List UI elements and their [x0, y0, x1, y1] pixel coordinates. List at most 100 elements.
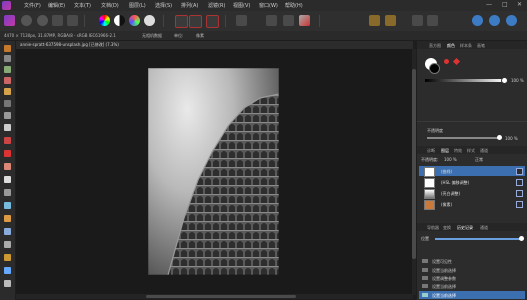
- tab-layers[interactable]: 图层: [441, 148, 449, 154]
- text-tool-icon[interactable]: [4, 267, 11, 274]
- menu-select[interactable]: 选择(S): [155, 2, 172, 9]
- freehand-select-icon[interactable]: [4, 112, 11, 119]
- blemish-remover-icon[interactable]: [4, 202, 11, 209]
- user-account-icon[interactable]: [472, 15, 483, 26]
- blend-mode-select[interactable]: 正常: [475, 157, 483, 163]
- contrast-icon[interactable]: [114, 15, 125, 26]
- noise-slider-handle[interactable]: [497, 135, 502, 140]
- clone-tool-icon[interactable]: [4, 189, 11, 196]
- menu-file[interactable]: 文件(F): [24, 2, 41, 9]
- menu-layer[interactable]: 图层(L): [129, 2, 146, 9]
- background-color-swatch[interactable]: [429, 63, 440, 74]
- history-item[interactable]: 设置调整参数: [419, 274, 525, 282]
- tab-swatches[interactable]: 样本条: [460, 43, 472, 49]
- no-color-icon[interactable]: [452, 57, 461, 66]
- vertical-scroll-thumb[interactable]: [412, 69, 416, 259]
- vertical-scrollbar[interactable]: [412, 49, 416, 295]
- menu-edit[interactable]: 编辑(E): [48, 2, 65, 9]
- tab-channels[interactable]: 通道: [480, 148, 488, 154]
- tab-channels-history[interactable]: 通道: [480, 225, 488, 231]
- photo-persona-icon[interactable]: [4, 15, 15, 26]
- history-item[interactable]: 设置可见性: [419, 257, 525, 265]
- layer-row[interactable]: (像素): [419, 199, 525, 210]
- tone-mapping-persona-icon[interactable]: [52, 15, 63, 26]
- layer-row[interactable]: (HSL 偏移调整): [419, 177, 525, 188]
- marquee-tool-icon[interactable]: [4, 100, 11, 107]
- zoom-tool-icon[interactable]: [4, 280, 11, 287]
- menu-filters[interactable]: 滤镜(R): [208, 2, 225, 9]
- color-slider[interactable]: [425, 79, 505, 82]
- menu-text[interactable]: 文本(T): [74, 2, 91, 9]
- paint-brush-icon[interactable]: [4, 124, 11, 131]
- menu-document[interactable]: 文档(D): [101, 2, 119, 9]
- export-persona-icon[interactable]: [67, 15, 78, 26]
- layer-visibility-checkbox[interactable]: [516, 190, 523, 197]
- tab-transform[interactable]: 变换: [443, 225, 451, 231]
- color-wheel-icon[interactable]: [99, 15, 110, 26]
- smudge-tool-icon[interactable]: [4, 215, 11, 222]
- pixel-tool-icon[interactable]: [4, 150, 11, 157]
- tab-navigator[interactable]: 导航器: [427, 225, 439, 231]
- history-item[interactable]: 设置当前选择: [419, 266, 525, 274]
- move-tool-icon[interactable]: [4, 55, 11, 62]
- tab-diagnostics[interactable]: 诊断: [427, 148, 435, 154]
- noise-slider[interactable]: [427, 137, 499, 139]
- history-item-selected[interactable]: 设置当前选择: [419, 291, 525, 299]
- preferences-icon[interactable]: [506, 15, 517, 26]
- pen-tool-icon[interactable]: [4, 241, 11, 248]
- snapping-icon[interactable]: [283, 15, 294, 26]
- color-replacement-icon[interactable]: [4, 137, 11, 144]
- tab-history[interactable]: 历史记录: [457, 225, 473, 231]
- arrange-forward-icon[interactable]: [385, 15, 396, 26]
- layer-visibility-checkbox[interactable]: [516, 168, 523, 175]
- align-icon[interactable]: [412, 15, 423, 26]
- close-button[interactable]: ✕: [517, 1, 522, 8]
- layer-opacity-value[interactable]: 100 %: [444, 157, 457, 162]
- history-position-slider[interactable]: [435, 238, 521, 240]
- selection-mode-icon[interactable]: [175, 15, 188, 28]
- crop-tool-icon[interactable]: [4, 66, 11, 73]
- layer-row[interactable]: (曲线): [419, 166, 525, 177]
- document-tab[interactable]: annie-spratt-637598-unsplash.jpg [已修改] (…: [16, 41, 413, 49]
- tab-brushes[interactable]: 画笔: [477, 43, 485, 49]
- selection-add-icon[interactable]: [189, 15, 202, 28]
- tab-histogram[interactable]: 直方图: [429, 43, 441, 49]
- minimize-button[interactable]: —: [486, 1, 492, 8]
- tab-effects[interactable]: 特效: [454, 148, 462, 154]
- studio-panel-icon[interactable]: [489, 15, 500, 26]
- gradient-tool-icon[interactable]: [4, 228, 11, 235]
- layer-visibility-checkbox[interactable]: [516, 201, 523, 208]
- tab-color[interactable]: 颜色: [447, 43, 455, 49]
- color-slider-handle[interactable]: [501, 77, 508, 84]
- liquify-persona-icon[interactable]: [21, 15, 32, 26]
- erase-brush-icon[interactable]: [4, 163, 11, 170]
- unit-select[interactable]: 像素: [196, 33, 204, 39]
- history-slider-handle[interactable]: [519, 236, 524, 241]
- menu-window[interactable]: 窗口(W): [259, 2, 278, 9]
- horizontal-scrollbar[interactable]: [16, 294, 413, 299]
- quick-mask-icon[interactable]: [236, 15, 247, 26]
- menu-help[interactable]: 帮助(H): [285, 2, 303, 9]
- shape-tool-icon[interactable]: [4, 254, 11, 261]
- eyedropper-icon[interactable]: [444, 59, 449, 64]
- menu-arrange[interactable]: 排列(A): [181, 2, 198, 9]
- dodge-tool-icon[interactable]: [4, 176, 11, 183]
- assistant-icon[interactable]: [266, 15, 277, 26]
- develop-persona-icon[interactable]: [37, 15, 48, 26]
- tab-styles[interactable]: 样式: [467, 148, 475, 154]
- arrange-back-icon[interactable]: [369, 15, 380, 26]
- distribute-icon[interactable]: [427, 15, 438, 26]
- white-balance-icon[interactable]: [144, 15, 155, 26]
- selection-subtract-icon[interactable]: [206, 15, 219, 28]
- menu-view[interactable]: 视图(V): [233, 2, 250, 9]
- pen-tool-icon[interactable]: [299, 15, 310, 26]
- hsl-icon[interactable]: [129, 15, 140, 26]
- horizontal-scroll-thumb[interactable]: [146, 295, 296, 298]
- history-item[interactable]: 设置当前选择: [419, 282, 525, 290]
- document-image[interactable]: [148, 68, 279, 275]
- flood-select-icon[interactable]: [4, 88, 11, 95]
- layer-visibility-checkbox[interactable]: [516, 179, 523, 186]
- selection-brush-icon[interactable]: [4, 77, 11, 84]
- view-tool-icon[interactable]: [4, 45, 11, 52]
- layer-row[interactable]: (亮白调整): [419, 188, 525, 199]
